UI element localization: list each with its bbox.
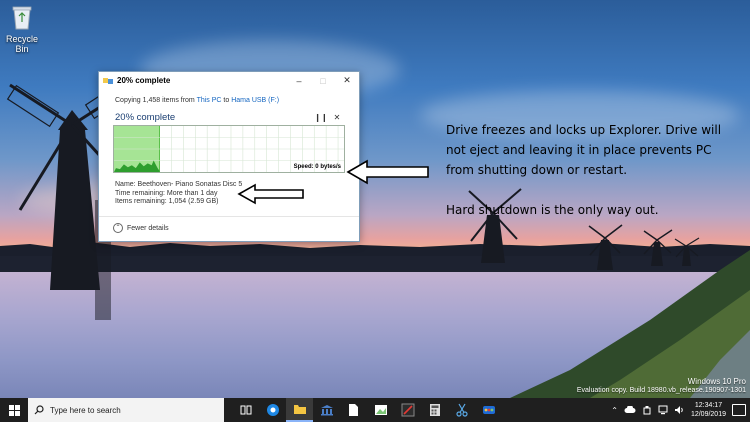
taskbar: Type here to search ⌃ 12:34:17 12/09/201… bbox=[0, 398, 750, 422]
cloud-icon[interactable] bbox=[624, 406, 636, 414]
copy-summary: Copying 1,458 items from This PC to Hama… bbox=[115, 97, 279, 104]
transfer-speed: Speed: 0 bytes/s bbox=[293, 164, 341, 170]
minimize-button[interactable]: – bbox=[287, 72, 311, 89]
volume-icon[interactable] bbox=[674, 405, 684, 415]
transfer-speed-graph: Speed: 0 bytes/s bbox=[113, 125, 345, 173]
cancel-icon[interactable]: ✕ bbox=[329, 113, 345, 122]
clock-date: 12/09/2019 bbox=[690, 411, 726, 418]
calculator-icon bbox=[429, 404, 440, 416]
copy-dialog-icon bbox=[103, 77, 113, 84]
pause-icon[interactable]: ❙❙ bbox=[313, 113, 329, 122]
start-button[interactable] bbox=[0, 398, 28, 422]
calculator-app[interactable] bbox=[421, 398, 448, 422]
recycle-bin-label: Recycle Bin bbox=[5, 34, 38, 54]
network-icon[interactable] bbox=[658, 405, 668, 415]
progress-header: 20% complete ❙❙ ✕ bbox=[115, 110, 345, 124]
search-icon bbox=[34, 405, 44, 415]
document-icon bbox=[349, 404, 358, 416]
copy-middle: to bbox=[221, 97, 232, 104]
time-remaining: Time remaining: More than 1 day bbox=[115, 189, 218, 197]
fewer-details-label: Fewer details bbox=[127, 224, 169, 232]
speed-trace bbox=[114, 160, 160, 172]
taskbar-search-box[interactable]: Type here to search bbox=[28, 398, 224, 422]
bank-app[interactable] bbox=[313, 398, 340, 422]
build-info: Evaluation copy. Build 18980.vb_release.… bbox=[576, 387, 746, 394]
browser-icon bbox=[266, 404, 279, 416]
taskbar-clock[interactable]: 12:34:17 12/09/2019 bbox=[691, 401, 726, 419]
copy-progress-dialog: 20% complete – □ ✕ Copying 1,458 items f… bbox=[98, 71, 360, 242]
media-app[interactable] bbox=[394, 398, 421, 422]
pen-icon bbox=[401, 403, 414, 417]
task-view-icon bbox=[240, 405, 251, 415]
annotation-paragraph-1: Drive freezes and locks up Explorer. Dri… bbox=[446, 123, 722, 177]
recycle-bin-icon bbox=[12, 6, 32, 30]
windmill-small-1 bbox=[588, 224, 623, 270]
copy-prefix: Copying 1,458 items from bbox=[115, 97, 197, 104]
windows-watermark: Windows 10 Pro Evaluation copy. Build 18… bbox=[577, 377, 746, 395]
clock-time: 12:34:17 bbox=[694, 402, 723, 409]
task-view-button[interactable] bbox=[232, 398, 259, 422]
paint-app[interactable] bbox=[475, 398, 502, 422]
notification-center-icon[interactable] bbox=[732, 404, 746, 416]
annotation-note: Drive freezes and locks up Explorer. Dri… bbox=[446, 120, 736, 220]
chevron-up-icon[interactable]: ⌃ bbox=[611, 406, 618, 415]
windows-edition: Windows 10 Pro bbox=[687, 377, 746, 386]
fewer-details-button[interactable]: ⌃ Fewer details bbox=[113, 223, 169, 233]
recycle-bin-shortcut[interactable]: Recycle Bin bbox=[4, 4, 40, 54]
chevron-up-icon: ⌃ bbox=[113, 223, 123, 233]
source-link[interactable]: This PC bbox=[197, 97, 222, 104]
system-tray: ⌃ 12:34:17 12/09/2019 bbox=[608, 398, 750, 422]
windmill-small-3 bbox=[674, 237, 700, 266]
percent-complete: 20% complete bbox=[115, 111, 176, 123]
usb-drive-icon[interactable] bbox=[642, 405, 652, 415]
folder-icon bbox=[293, 405, 306, 414]
dialog-title: 20% complete bbox=[117, 76, 171, 85]
snipping-app[interactable] bbox=[448, 398, 475, 422]
file-name: Name: Beethoven- Piano Sonatas Disc 5 bbox=[115, 181, 243, 188]
arrow-to-speed-icon bbox=[346, 159, 429, 185]
annotation-paragraph-2: Hard shutdown is the only way out. bbox=[446, 203, 659, 217]
maximize-button: □ bbox=[320, 75, 326, 86]
grass-bank bbox=[510, 250, 750, 398]
document-app[interactable] bbox=[340, 398, 367, 422]
edge-app[interactable] bbox=[259, 398, 286, 422]
image-icon bbox=[374, 405, 387, 415]
scissors-icon bbox=[455, 403, 468, 417]
items-remaining: Items remaining: 1,054 (2.59 GB) bbox=[115, 198, 219, 205]
dialog-divider bbox=[99, 216, 359, 217]
dialog-titlebar[interactable]: 20% complete – □ ✕ bbox=[99, 72, 359, 89]
arrow-to-details-icon bbox=[237, 183, 304, 205]
search-placeholder: Type here to search bbox=[50, 405, 121, 415]
windows-logo-icon bbox=[8, 404, 20, 416]
bank-icon bbox=[320, 405, 333, 416]
transfer-details: Name: Beethoven- Piano Sonatas Disc 5 Ti… bbox=[115, 181, 242, 207]
file-explorer-app[interactable] bbox=[286, 398, 313, 422]
close-button[interactable]: ✕ bbox=[335, 72, 359, 89]
palette-icon bbox=[482, 406, 495, 414]
destination-link[interactable]: Hama USB (F:) bbox=[231, 97, 279, 104]
photos-app[interactable] bbox=[367, 398, 394, 422]
windmill-small-2 bbox=[643, 229, 673, 266]
